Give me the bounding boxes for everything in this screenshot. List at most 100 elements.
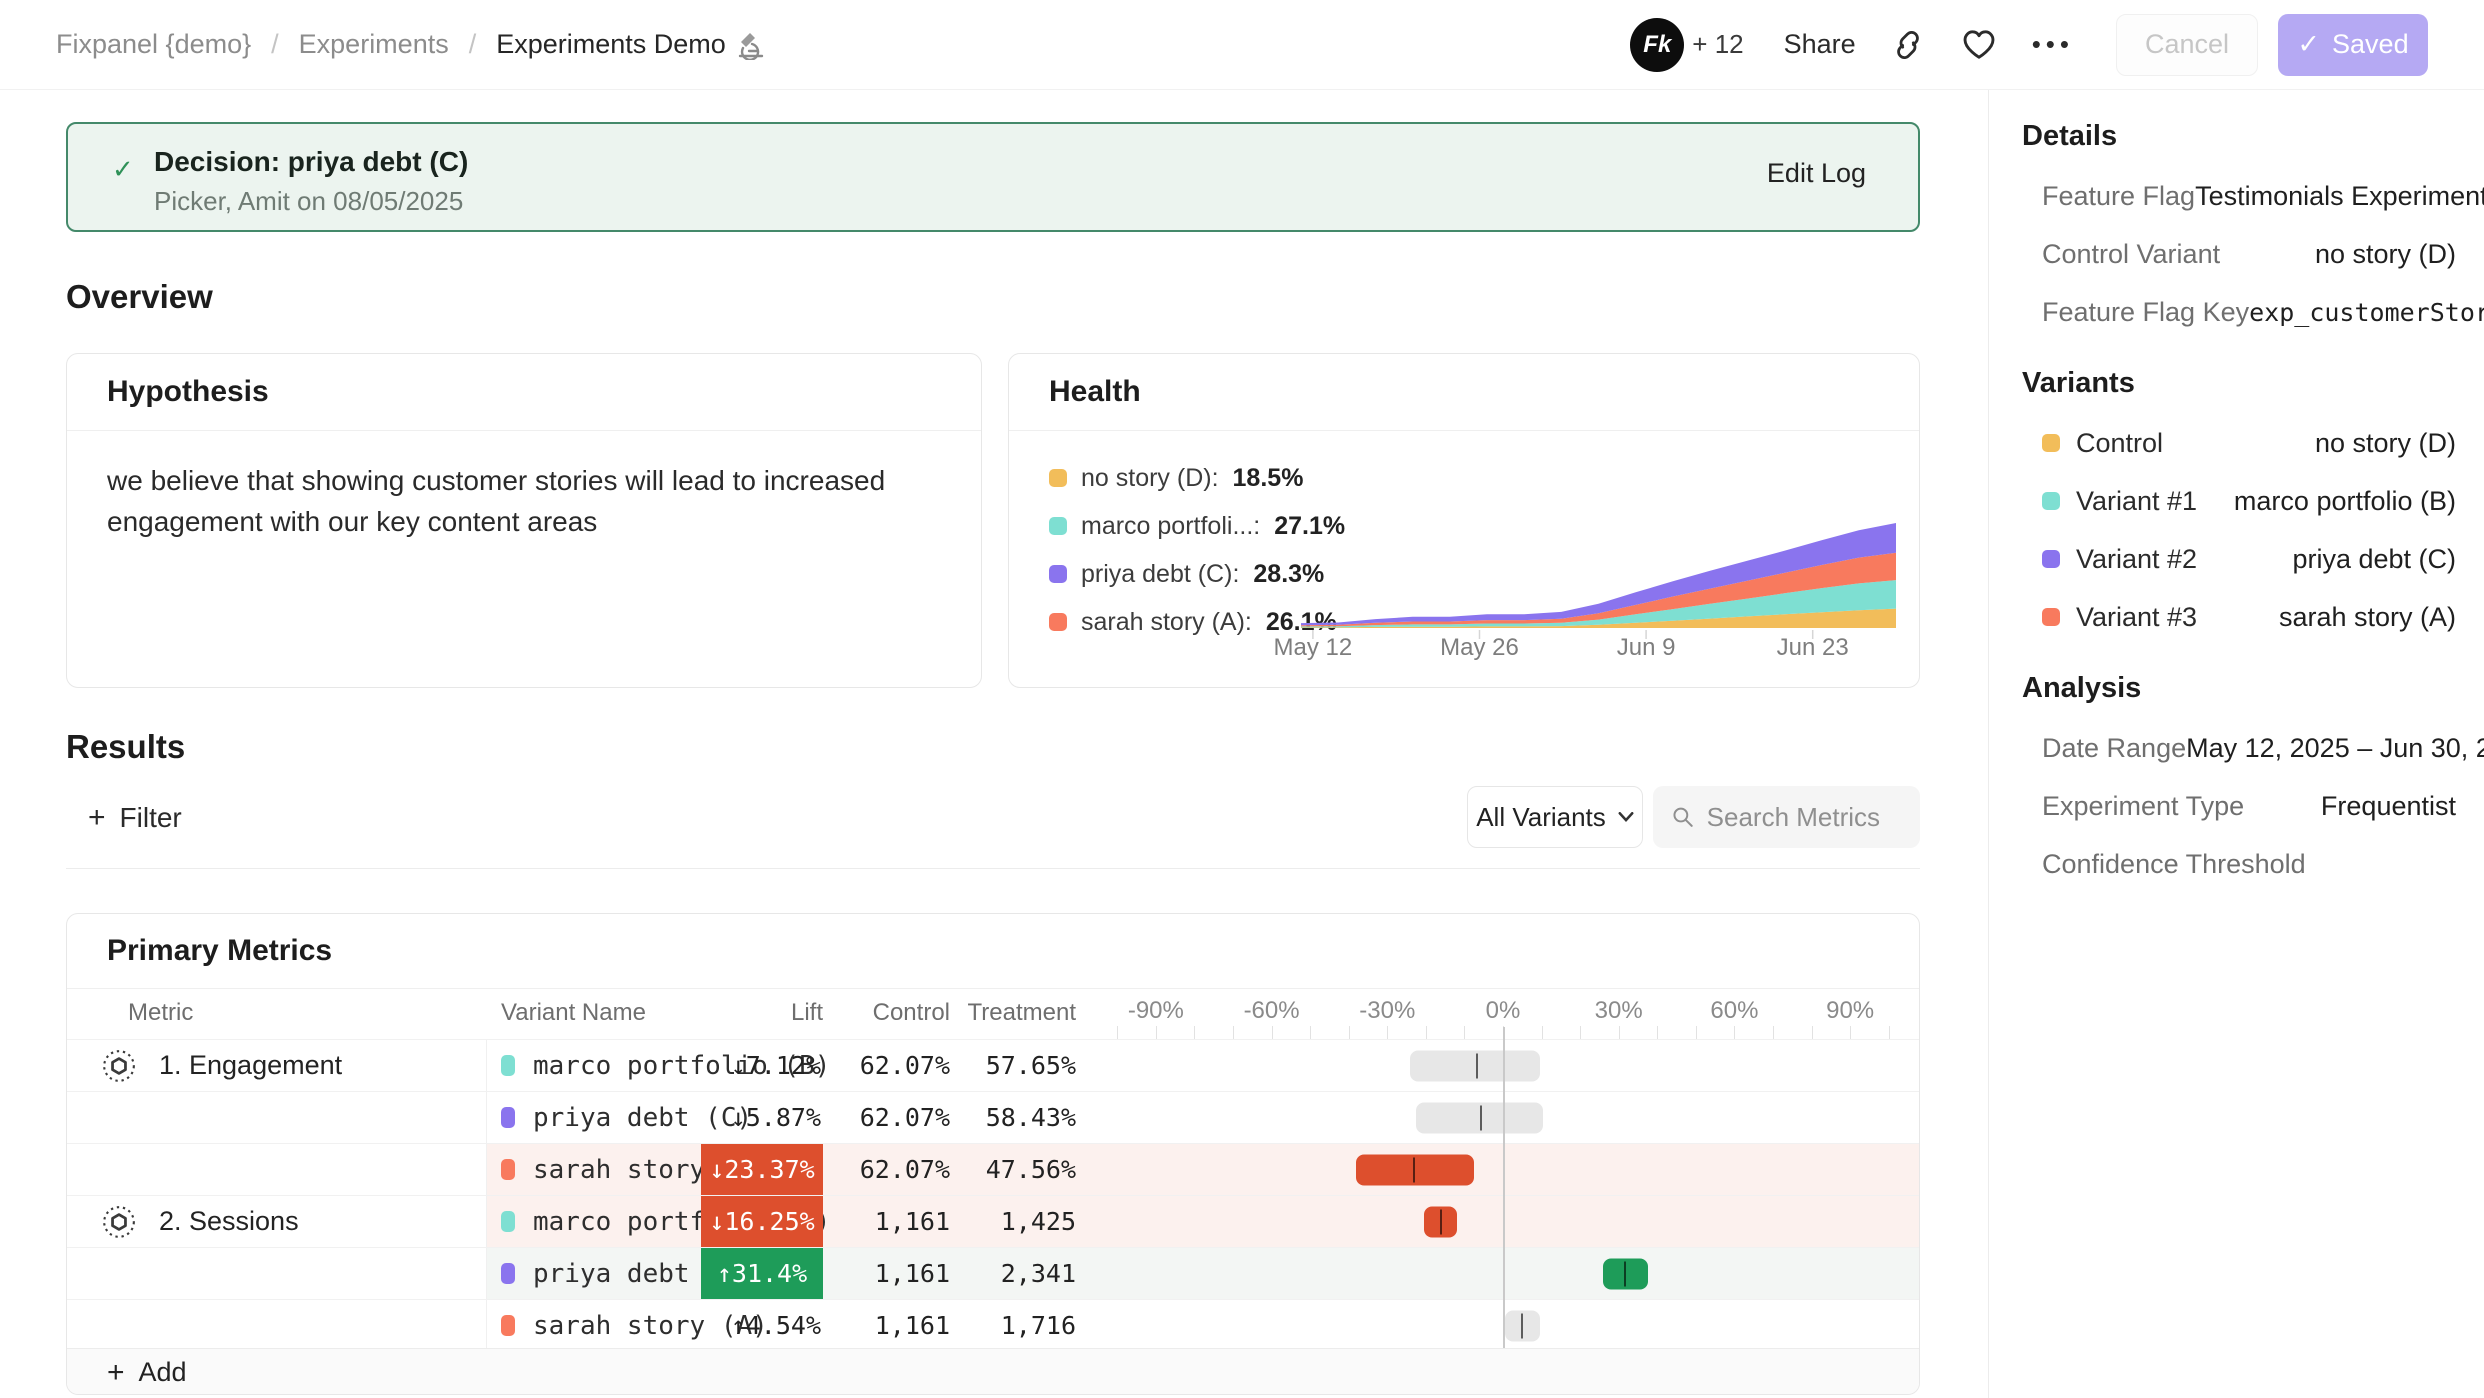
add-metric-button[interactable]: + Add: [67, 1348, 1919, 1395]
axis-tick: [1542, 1026, 1543, 1039]
axis-tick: [1619, 1026, 1620, 1039]
treatment-cell: 1,425: [956, 1196, 1076, 1247]
metric-icon: [101, 1048, 137, 1084]
table-row[interactable]: sarah story (A) ↓23.37% 62.07% 47.56%: [67, 1143, 1919, 1195]
variant-swatch: [501, 1211, 515, 1232]
favorite-button[interactable]: [1960, 28, 1998, 62]
copy-link-button[interactable]: [1890, 27, 1926, 63]
lift-cell: ↓16.25%: [701, 1196, 823, 1247]
lift-cell: ↓7.12%: [701, 1040, 823, 1091]
metric-icon: [101, 1204, 137, 1240]
detail-row-control-variant: Control Variant no story (D): [2022, 225, 2456, 283]
search-icon: [1671, 803, 1695, 831]
legend-swatch: [1049, 565, 1067, 583]
axis-tick: [1387, 1026, 1388, 1039]
table-row[interactable]: priya debt (C) ↑31.4% 1,161 2,341: [67, 1247, 1919, 1299]
metric-cell: [67, 1248, 487, 1299]
lift-axis-label: -30%: [1359, 997, 1415, 1025]
detail-label: Feature Flag: [2042, 181, 2195, 212]
variants-dropdown[interactable]: All Variants: [1467, 786, 1643, 848]
metric-search: [1653, 786, 1920, 848]
table-row[interactable]: priya debt (C) ↓5.87% 62.07% 58.43%: [67, 1091, 1919, 1143]
control-cell: 1,161: [837, 1248, 950, 1299]
confidence-interval-cell: [1101, 1144, 1920, 1195]
variant-swatch: [501, 1315, 515, 1336]
confidence-interval-cell: [1101, 1040, 1920, 1091]
mean-tick: [1476, 1053, 1478, 1078]
search-input[interactable]: [1707, 802, 1902, 833]
mean-tick: [1413, 1157, 1415, 1182]
axis-tick: [1426, 1026, 1427, 1039]
saved-button-label: Saved: [2332, 29, 2409, 60]
lift-axis-label: 60%: [1710, 997, 1758, 1025]
control-cell: 1,161: [837, 1196, 950, 1247]
variant-row-control: Control no story (D): [2022, 414, 2456, 472]
details-sidebar: Details Feature Flag Testimonials Experi…: [2006, 90, 2484, 1398]
metric-cell[interactable]: 2. Sessions: [67, 1196, 487, 1247]
share-button[interactable]: Share: [1784, 29, 1856, 60]
saved-button[interactable]: ✓ Saved: [2278, 14, 2428, 76]
variant-color-swatch: [2042, 608, 2060, 626]
axis-tick: [1194, 1026, 1195, 1039]
mean-tick: [1624, 1261, 1626, 1286]
primary-metrics-title: Primary Metrics: [67, 914, 1919, 989]
metric-cell[interactable]: 1. Engagement: [67, 1040, 487, 1091]
variant-swatch: [501, 1107, 515, 1128]
variant-row-1: Variant #1 marco portfolio (B): [2022, 472, 2456, 530]
table-row[interactable]: sarah story (A) ↑4.54% 1,161 1,716: [67, 1299, 1919, 1351]
heart-icon: [1960, 28, 1998, 62]
page-title: Experiments Demo: [496, 29, 726, 60]
treatment-cell: 57.65%: [956, 1040, 1076, 1091]
variant-swatch: [501, 1263, 515, 1284]
axis-tick: [1812, 1026, 1813, 1039]
breadcrumb-project[interactable]: Fixpanel {demo}: [56, 29, 251, 60]
confidence-interval-cell: [1101, 1196, 1920, 1247]
add-filter-button[interactable]: + Filter: [88, 790, 182, 846]
treatment-cell: 58.43%: [956, 1092, 1076, 1143]
mean-tick: [1480, 1105, 1482, 1130]
metric-cell: [67, 1092, 487, 1143]
axis-tick: [1464, 1026, 1465, 1039]
cancel-button[interactable]: Cancel: [2116, 14, 2258, 76]
collaborator-count[interactable]: + 12: [1692, 29, 1743, 60]
lift-axis-label: 0%: [1486, 997, 1521, 1025]
health-exposure-chart: May 12May 26Jun 9Jun 23: [1301, 442, 1896, 672]
more-menu-button[interactable]: •••: [2032, 29, 2074, 60]
control-cell: 1,161: [837, 1300, 950, 1351]
table-row[interactable]: 2. Sessions marco portfolio (B) ↓16.25% …: [67, 1195, 1919, 1247]
treatment-cell: 2,341: [956, 1248, 1076, 1299]
breadcrumb-experiments[interactable]: Experiments: [299, 29, 449, 60]
axis-tick: [1349, 1026, 1350, 1039]
table-row[interactable]: 1. Engagement marco portfolio (B) ↓7.12%…: [67, 1039, 1919, 1091]
x-axis-tick-label: Jun 9: [1617, 634, 1676, 662]
breadcrumb-current: Experiments Demo: [496, 29, 766, 60]
lift-axis-label: 90%: [1826, 997, 1874, 1025]
analysis-heading: Analysis: [2022, 672, 2456, 705]
axis-tick: [1272, 1026, 1273, 1039]
control-cell: 62.07%: [837, 1144, 950, 1195]
stacked-area-chart: [1301, 442, 1896, 642]
lift-cell: ↓5.87%: [701, 1092, 823, 1143]
variant-label: Control: [2076, 428, 2163, 459]
link-icon: [1890, 27, 1926, 63]
analysis-row-experiment-type: Experiment Type Frequentist: [2022, 777, 2456, 835]
axis-tick: [1734, 1026, 1735, 1039]
treatment-cell: 47.56%: [956, 1144, 1076, 1195]
avatar[interactable]: Fk: [1630, 18, 1684, 72]
lift-axis-label: 30%: [1595, 997, 1643, 1025]
x-axis-tick-label: May 26: [1440, 634, 1519, 662]
legend-value: 18.5%: [1233, 464, 1304, 493]
feature-flag-value: Testimonials Experiment: [2195, 181, 2484, 212]
variant-row-3: Variant #3 sarah story (A): [2022, 588, 2456, 646]
lift-axis-header: -90%-60%-30%0%30%60%90%: [1101, 989, 1920, 1039]
check-icon: ✓: [112, 154, 134, 185]
variant-color-swatch: [2042, 550, 2060, 568]
legend-swatch: [1049, 469, 1067, 487]
chevron-down-icon: [1618, 812, 1634, 822]
details-heading: Details: [2022, 120, 2456, 153]
variant-swatch: [501, 1055, 515, 1076]
plus-icon: +: [107, 1356, 125, 1390]
edit-log-button[interactable]: Edit Log: [1767, 158, 1866, 189]
overview-heading: Overview: [66, 278, 213, 316]
detail-label: Control Variant: [2042, 239, 2220, 270]
